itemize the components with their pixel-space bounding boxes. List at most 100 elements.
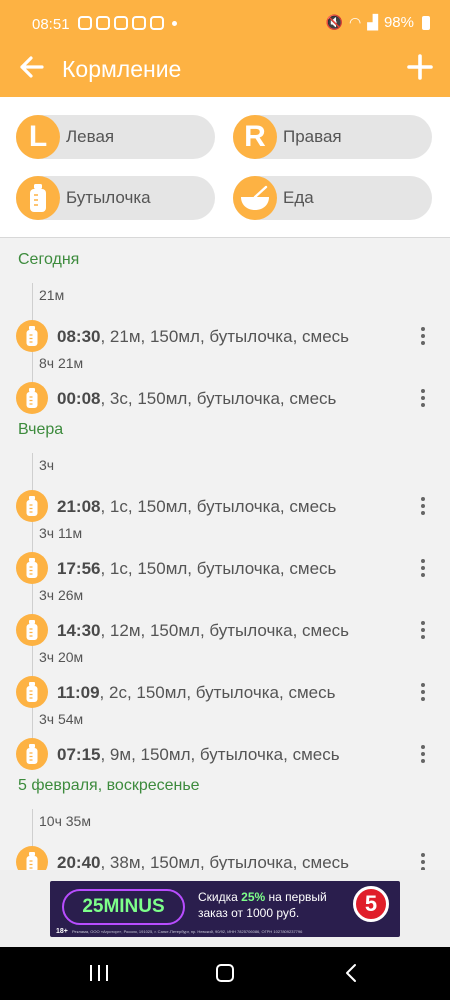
bottle-icon: [16, 738, 48, 770]
more-options-icon[interactable]: [418, 618, 428, 642]
right-breast-button[interactable]: R Правая: [233, 115, 432, 159]
status-bar: 08:51 🔇 ◠ ▟ 98%: [0, 0, 450, 48]
more-options-icon[interactable]: [418, 850, 428, 870]
bottle-label: Бутылочка: [66, 188, 151, 207]
entry-time: 20:40: [57, 853, 101, 870]
signal-icon: ▟: [367, 14, 378, 30]
day-header: Сегодня: [18, 251, 80, 268]
feeding-entry[interactable]: 00:08, 3с, 150мл, бутылочка, смесь: [16, 382, 436, 416]
entry-time: 14:30: [57, 621, 101, 640]
instagram-icon: [78, 16, 92, 30]
system-nav-bar: [0, 947, 450, 1000]
entry-text: 14:30, 12м, 150мл, бутылочка, смесь: [57, 621, 349, 641]
entry-text: 20:40, 38м, 150мл, бутылочка, смесь: [57, 853, 349, 870]
entry-text: 21:08, 1с, 150мл, бутылочка, смесь: [57, 497, 336, 517]
interval-label: 3ч 11м: [39, 525, 83, 541]
bottle-icon: [16, 490, 48, 522]
more-options-icon[interactable]: [418, 494, 428, 518]
ad-area: 25MINUS Скидка 25% на первый заказ от 10…: [0, 870, 450, 947]
bottle-icon: [16, 846, 48, 870]
entry-details: , 38м, 150мл, бутылочка, смесь: [100, 853, 350, 870]
feeding-entry[interactable]: 17:56, 1с, 150мл, бутылочка, смесь: [16, 552, 436, 586]
bottle-button[interactable]: Бутылочка: [16, 176, 215, 220]
entry-text: 17:56, 1с, 150мл, бутылочка, смесь: [57, 559, 336, 579]
entry-text: 08:30, 21м, 150мл, бутылочка, смесь: [57, 327, 349, 347]
entry-details: , 1с, 150мл, бутылочка, смесь: [100, 559, 337, 578]
app-notification-icon: [132, 16, 146, 30]
more-options-icon[interactable]: [418, 742, 428, 766]
ad-line-1: Скидка 25% на первый: [198, 890, 327, 904]
interval-label: 10ч 35м: [39, 813, 91, 829]
left-breast-label: Левая: [66, 127, 115, 146]
food-button[interactable]: Еда: [233, 176, 432, 220]
status-right: 🔇 ◠ ▟ 98%: [326, 14, 430, 31]
bottle-icon: [16, 176, 60, 220]
food-label: Еда: [283, 188, 314, 207]
feeding-timeline[interactable]: Сегодня 21м 08:30, 21м, 150мл, бутылочка, …: [0, 238, 450, 870]
bottle-icon: [16, 676, 48, 708]
entry-details: , 12м, 150мл, бутылочка, смесь: [100, 621, 350, 640]
notification-icons: [78, 16, 177, 30]
right-breast-icon: R: [233, 115, 277, 159]
feeding-entry[interactable]: 11:09, 2с, 150мл, бутылочка, смесь: [16, 676, 436, 710]
ad-banner[interactable]: 25MINUS Скидка 25% на первый заказ от 10…: [50, 881, 400, 937]
interval-label: 3ч 54м: [39, 711, 84, 727]
more-options-icon[interactable]: [418, 386, 428, 410]
bottle-icon: [16, 552, 48, 584]
entry-details: , 9м, 150мл, бутылочка, смесь: [100, 745, 340, 764]
entry-details: , 21м, 150мл, бутылочка, смесь: [100, 327, 350, 346]
feeding-entry[interactable]: 14:30, 12м, 150мл, бутылочка, смесь: [16, 614, 436, 648]
food-bowl-icon: [233, 176, 277, 220]
app-bar: Кормление: [0, 48, 450, 97]
status-time: 08:51: [32, 16, 70, 33]
interval-label: 3ч 20м: [39, 649, 84, 665]
battery-percent: 98%: [383, 14, 414, 31]
feed-type-selector: L Левая R Правая Бутылочка Еда: [0, 97, 450, 238]
ad-line-1-suffix: на первый: [265, 890, 327, 904]
entry-text: 07:15, 9м, 150мл, бутылочка, смесь: [57, 745, 340, 765]
mute-icon: 🔇: [325, 14, 343, 30]
interval-label: 8ч 21м: [39, 355, 84, 371]
feeding-entry[interactable]: 20:40, 38м, 150мл, бутылочка, смесь: [16, 846, 436, 870]
entry-details: , 2с, 150мл, бутылочка, смесь: [99, 683, 336, 702]
interval-label: 3ч: [39, 457, 55, 473]
more-options-icon[interactable]: [418, 680, 428, 704]
add-icon[interactable]: [407, 52, 433, 82]
top-bar: 08:51 🔇 ◠ ▟ 98% Кормление: [0, 0, 450, 97]
feeding-entry[interactable]: 08:30, 21м, 150мл, бутылочка, смесь: [16, 320, 436, 354]
battery-icon: [422, 15, 430, 30]
left-breast-button[interactable]: L Левая: [16, 115, 215, 159]
ad-discount-percent: 25%: [241, 890, 266, 904]
instagram-icon: [96, 16, 110, 30]
nav-back-icon[interactable]: [342, 963, 362, 983]
left-breast-icon: L: [16, 115, 60, 159]
right-breast-label: Правая: [283, 127, 342, 146]
recents-icon[interactable]: [90, 965, 108, 981]
page-title: Кормление: [62, 56, 182, 82]
home-icon[interactable]: [216, 964, 234, 982]
instagram-icon: [114, 16, 128, 30]
ad-age-rating: 18+: [56, 928, 68, 935]
interval-label: 21м: [39, 287, 65, 303]
pyaterochka-logo: 5: [353, 886, 389, 922]
entry-time: 21:08: [57, 497, 101, 516]
day-header: 5 февраля, воскресенье: [18, 777, 200, 794]
day-header: Вчера: [18, 421, 64, 438]
ad-legal-text: Реклама, ООО «Агроторг», Россия, 191025,…: [72, 929, 303, 934]
entry-details: , 3с, 150мл, бутылочка, смесь: [100, 389, 337, 408]
bottle-icon: [16, 614, 48, 646]
back-arrow-icon[interactable]: [16, 52, 46, 82]
feeding-entry[interactable]: 21:08, 1с, 150мл, бутылочка, смесь: [16, 490, 436, 524]
bottle-icon: [16, 320, 48, 352]
entry-time: 11:09: [57, 683, 100, 702]
more-options-icon[interactable]: [418, 324, 428, 348]
app-notification-icon: [150, 16, 164, 30]
entry-details: , 1с, 150мл, бутылочка, смесь: [100, 497, 337, 516]
more-notifications-dot-icon: [172, 21, 177, 26]
ad-line-2: заказ от 1000 руб.: [198, 906, 300, 920]
more-options-icon[interactable]: [418, 556, 428, 580]
feeding-entry[interactable]: 07:15, 9м, 150мл, бутылочка, смесь: [16, 738, 436, 772]
bottle-icon: [16, 382, 48, 414]
entry-text: 11:09, 2с, 150мл, бутылочка, смесь: [57, 683, 335, 703]
wifi-icon: ◠: [348, 14, 362, 30]
